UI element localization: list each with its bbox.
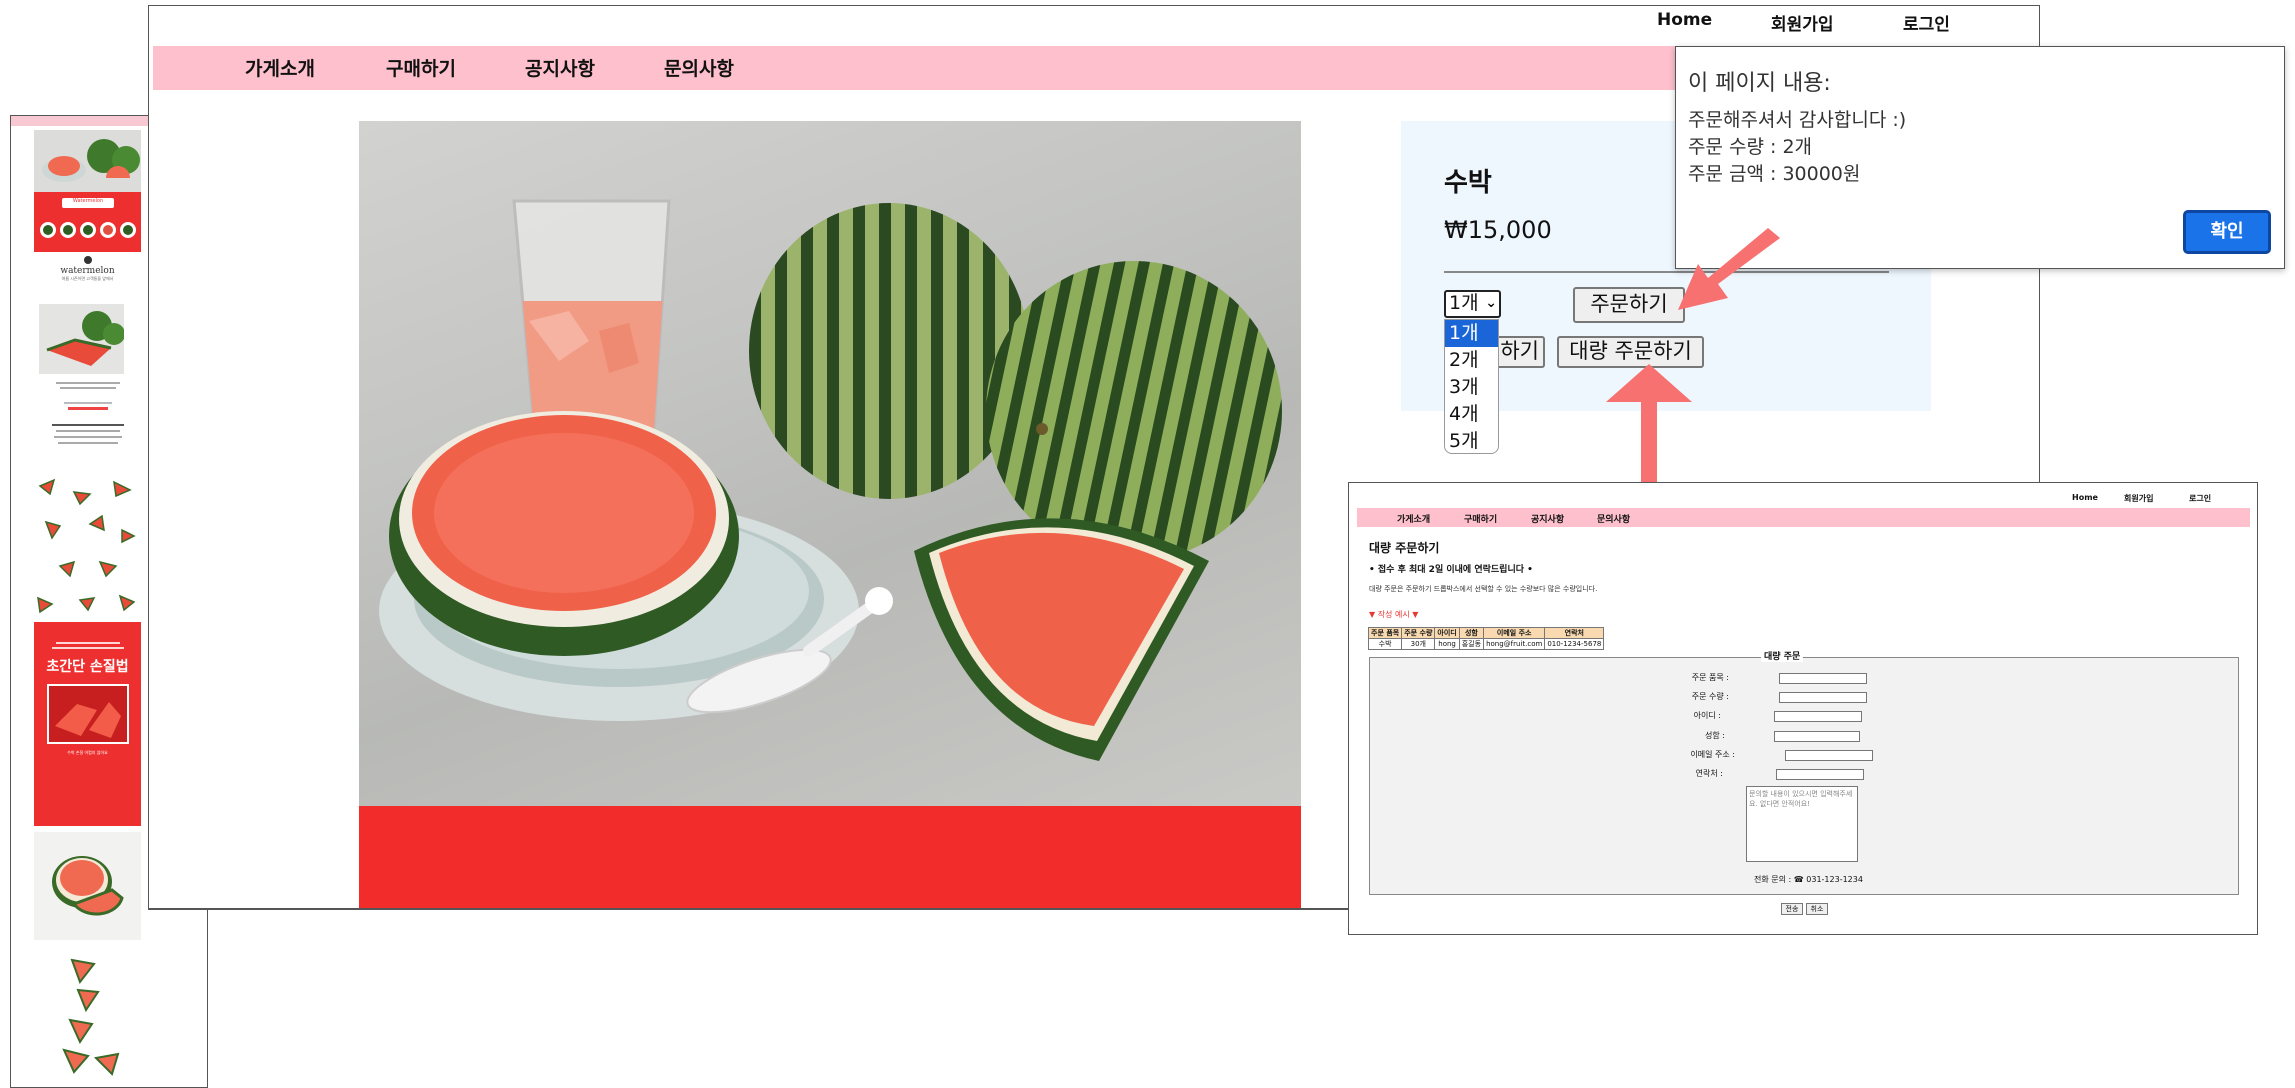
bulk-menu-inquiry[interactable]: 문의사항 xyxy=(1597,512,1630,525)
menu-item-purchase[interactable]: 구매하기 xyxy=(386,54,456,81)
phone-input[interactable] xyxy=(1776,769,1864,780)
thumbnail-brand: watermelon xyxy=(60,266,115,276)
inquiry-textarea[interactable]: 문의할 내용이 있으시면 입력해주세요. 없다면 안적어요! xyxy=(1746,786,1858,862)
submit-button[interactable]: 전송 xyxy=(1781,903,1803,915)
quantity-selected-value: 1개 xyxy=(1449,292,1479,314)
thumbnail-dot-icon xyxy=(83,256,92,264)
window-bottom-border xyxy=(148,908,1348,910)
menu-item-inquiry[interactable]: 문의사항 xyxy=(664,54,734,81)
field-label-item: 주문 품목 : xyxy=(1691,673,1729,682)
product-image xyxy=(359,121,1301,908)
product-name: 수박 xyxy=(1444,168,1492,198)
field-label-quantity: 주문 수량 : xyxy=(1691,692,1729,701)
bulk-example-table: 주문 품목 주문 수량 아이디 성함 이메일 주소 연락처 수박 30개 hon… xyxy=(1367,627,1605,650)
bulk-menu-purchase[interactable]: 구매하기 xyxy=(1464,512,1497,525)
quantity-option[interactable]: 2개 xyxy=(1445,347,1498,374)
bulk-example-label: ▼ 작성 예시 ▼ xyxy=(1369,610,1419,619)
bulk-nav-login-link[interactable]: 로그인 xyxy=(2189,493,2211,504)
cancel-button[interactable]: 취소 xyxy=(1806,903,1828,915)
cart-button[interactable]: 하기 xyxy=(1493,336,1545,368)
nav-home-link[interactable]: Home xyxy=(1657,10,1712,30)
bulk-form-legend: 대량 주문 xyxy=(1761,649,1804,662)
phone-inquiry-text: 전화 문의 : ☎ 031-123-1234 xyxy=(1754,875,1863,884)
alert-ok-button[interactable]: 확인 xyxy=(2183,210,2271,254)
bulk-nav-home-link[interactable]: Home xyxy=(2072,493,2098,502)
name-input[interactable] xyxy=(1774,731,1860,742)
thumbnail-text-block xyxy=(34,378,141,474)
arrow-to-order-icon xyxy=(1678,228,1780,310)
table-cell: 30개 xyxy=(1401,638,1436,650)
table-header-cell: 성함 xyxy=(1458,627,1485,639)
field-label-id: 아이디 : xyxy=(1693,711,1721,720)
thumbnail-tagline: 여름 시즌이면 고객들을 앞에서 xyxy=(61,276,114,281)
alert-message-amount: 주문 금액 : 30000원 xyxy=(1688,163,1861,185)
thumbnail-brand-section: watermelon 여름 시즌이면 고객들을 앞에서 xyxy=(34,256,141,300)
table-cell: hong@fruit.com xyxy=(1483,638,1546,650)
bulk-subtitle: • 접수 후 최대 2일 이내에 연락드립니다 • xyxy=(1369,565,1533,575)
alert-title: 이 페이지 내용: xyxy=(1688,71,1831,96)
arrow-to-bulk-icon xyxy=(1606,364,1692,492)
thumbnail-banner-subtitle: 수박 손질 어렵지 않아요 xyxy=(67,750,108,755)
table-header-cell: 주문 수량 xyxy=(1401,627,1436,639)
table-cell: hong xyxy=(1434,638,1460,650)
thumbnail-photo-3 xyxy=(34,832,141,940)
thumbnail-photo-4 xyxy=(34,950,141,1087)
quantity-select[interactable]: 1개 ⌄ xyxy=(1444,290,1501,318)
chevron-down-icon: ⌄ xyxy=(1485,295,1497,311)
thumbnail-banner: 초간단 손질법 수박 손질 어렵지 않아요 xyxy=(34,622,141,826)
table-header-cell: 주문 품목 xyxy=(1367,627,1403,639)
quantity-option[interactable]: 5개 xyxy=(1445,428,1498,455)
menu-item-notice[interactable]: 공지사항 xyxy=(525,54,595,81)
quantity-input[interactable] xyxy=(1779,692,1867,703)
bulk-menu-notice[interactable]: 공지사항 xyxy=(1531,512,1564,525)
table-header-cell: 아이디 xyxy=(1434,627,1460,639)
thumbnail-photo-2 xyxy=(39,304,125,374)
thumbnail-photo-1 xyxy=(34,130,141,192)
product-price: ₩15,000 xyxy=(1444,216,1552,244)
nav-signup-link[interactable]: 회원가입 xyxy=(1771,10,1834,35)
quantity-option[interactable]: 4개 xyxy=(1445,401,1498,428)
bulk-order-window: Home 회원가입 로그인 가게소개 구매하기 공지사항 문의사항 대량 주문하… xyxy=(1348,482,2258,935)
table-header-cell: 연락처 xyxy=(1544,627,1605,639)
bulk-description: 대량 주문은 주문하기 드롭박스에서 선택할 수 있는 수량보다 많은 수량입니… xyxy=(1369,585,1598,593)
table-cell: 수박 xyxy=(1367,638,1403,650)
table-header-row: 주문 품목 주문 수량 아이디 성함 이메일 주소 연락처 xyxy=(1367,627,1605,639)
thumbnail-banner-photo xyxy=(46,684,129,744)
menu-item-store-intro[interactable]: 가게소개 xyxy=(245,54,315,81)
thumbnail-banner-title: 초간단 손질법 xyxy=(46,659,129,675)
bulk-nav-signup-link[interactable]: 회원가입 xyxy=(2124,493,2153,504)
field-label-email: 이메일 주소 : xyxy=(1690,750,1735,759)
bulk-menu-store-intro[interactable]: 가게소개 xyxy=(1397,512,1430,525)
watermelon-illustration xyxy=(379,199,1282,761)
field-label-phone: 연락처 : xyxy=(1695,769,1723,778)
alert-message-quantity: 주문 수량 : 2개 xyxy=(1688,136,1813,158)
thumbnail-slices-pattern xyxy=(34,474,141,622)
quantity-dropdown-list: 1개 2개 3개 4개 5개 xyxy=(1444,319,1499,454)
quantity-option[interactable]: 3개 xyxy=(1445,374,1498,401)
id-input[interactable] xyxy=(1774,711,1862,722)
table-cell: 010-1234-5678 xyxy=(1544,638,1605,650)
product-image-red-banner xyxy=(359,806,1301,908)
thumbnail-red-section: Watermelon xyxy=(34,192,141,252)
alert-message-thanks: 주문해주셔서 감사합니다 :) xyxy=(1688,109,1907,131)
table-row: 수박 30개 hong 홍길동 hong@fruit.com 010-1234-… xyxy=(1367,638,1605,650)
table-cell: 홍길동 xyxy=(1458,638,1485,650)
quantity-option[interactable]: 1개 xyxy=(1445,320,1498,347)
email-input[interactable] xyxy=(1785,750,1873,761)
field-label-name: 성함 : xyxy=(1705,731,1725,740)
nav-login-link[interactable]: 로그인 xyxy=(1903,10,1950,35)
bulk-page-title: 대량 주문하기 xyxy=(1369,541,1440,555)
item-input[interactable] xyxy=(1779,673,1867,684)
table-header-cell: 이메일 주소 xyxy=(1483,627,1546,639)
